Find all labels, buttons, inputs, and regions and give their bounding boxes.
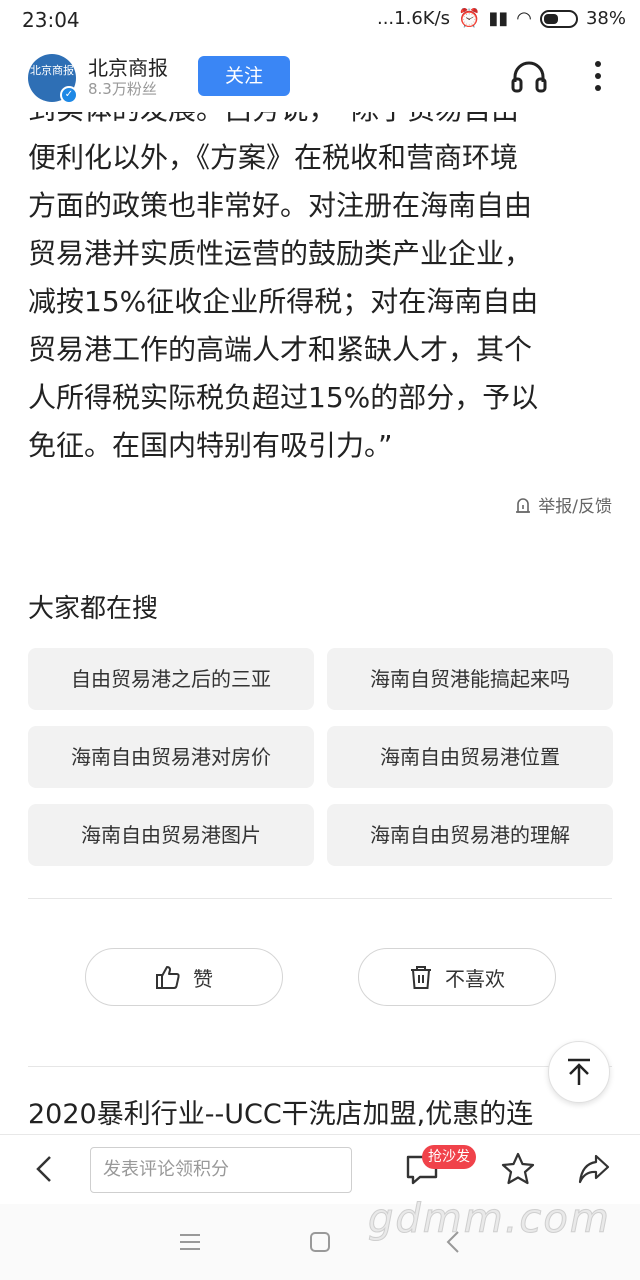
article-paragraph: 便利化以外，《方案》在税收和营商环境 方面的政策也非常好。对注册在海南自由 贸易… (28, 134, 618, 470)
article-header: 北京商报 ✓ 北京商报 8.3万粉丝 关注 (0, 40, 640, 112)
follow-button[interactable]: 关注 (198, 56, 290, 96)
article-line: 便利化以外，《方案》在税收和营商环境 (28, 141, 519, 174)
star-icon[interactable] (500, 1151, 536, 1187)
status-bar: 23:04 ...1.6K/s ⏰ ▮▮ ◠ 38% (0, 0, 640, 40)
watermark: gdmm.com (368, 1196, 611, 1243)
article-line: 贸易港并实质性运营的鼓励类产业企业， (28, 237, 533, 270)
search-tag[interactable]: 海南自由贸易港的理解 (327, 804, 613, 866)
more-menu-icon[interactable] (586, 58, 610, 94)
menu-icon[interactable] (176, 1228, 204, 1256)
article-line: 贸易港工作的高端人才和紧缺人才，其个 (28, 333, 533, 366)
network-speed: ...1.6K/s (376, 8, 451, 29)
like-label: 赞 (193, 966, 213, 991)
trash-icon (411, 966, 431, 989)
back-arrow-icon[interactable] (30, 1151, 60, 1187)
battery-icon (539, 9, 578, 28)
dislike-button[interactable]: 不喜欢 (358, 948, 556, 1006)
report-label: 举报/反馈 (538, 497, 612, 517)
account-name[interactable]: 北京商报 (88, 52, 168, 81)
fans-count: 8.3万粉丝 (88, 80, 157, 98)
back-to-top-button[interactable] (548, 1041, 610, 1103)
article-line: 人所得税实际税负超过15%的部分，予以 (28, 381, 539, 414)
arrow-up-icon (568, 1058, 590, 1085)
search-tag[interactable]: 海南自由贸易港对房价 (28, 726, 314, 788)
search-tag[interactable]: 海南自由贸易港位置 (327, 726, 613, 788)
search-tag[interactable]: 海南自贸港能搞起来吗 (327, 648, 613, 710)
headphone-icon[interactable] (510, 58, 548, 94)
search-tag[interactable]: 自由贸易港之后的三亚 (28, 648, 314, 710)
alarm-icon: ⏰ (458, 8, 481, 29)
report-icon (516, 497, 531, 513)
dislike-label: 不喜欢 (445, 966, 505, 991)
comment-input[interactable]: 发表评论领积分 (90, 1147, 352, 1193)
divider (28, 1066, 612, 1067)
article-body: 到实体的发展。”吕芳说，“除了贸易自由 便利化以外，《方案》在税收和营商环境 方… (0, 112, 640, 472)
report-feedback-link[interactable]: 举报/反馈 (514, 492, 612, 517)
like-button[interactable]: 赞 (85, 948, 283, 1006)
verified-icon: ✓ (60, 86, 78, 104)
status-time: 23:04 (22, 8, 80, 32)
sofa-badge: 抢沙发 (422, 1145, 476, 1169)
article-line: 减按15%征收企业所得税；对在海南自由 (28, 285, 539, 318)
status-indicators: ...1.6K/s ⏰ ▮▮ ◠ 38% (377, 8, 626, 29)
article-partial-line: 到实体的发展。”吕芳说，“除了贸易自由 (28, 112, 519, 134)
thumbs-up-icon (156, 966, 180, 989)
comment-bar: 发表评论领积分 抢沙发 (0, 1134, 640, 1204)
home-icon[interactable] (306, 1228, 334, 1256)
hot-search-title: 大家都在搜 (28, 594, 159, 624)
search-tag[interactable]: 海南自由贸易港图片 (28, 804, 314, 866)
wifi-icon: ◠ (516, 8, 532, 29)
share-icon[interactable] (576, 1151, 612, 1187)
article-line: 方面的政策也非常好。对注册在海南自由 (28, 189, 533, 222)
article-line: 免征。在国内特别有吸引力。” (28, 429, 393, 462)
battery-level: 38% (585, 8, 626, 29)
signal-icon: ▮▮ (488, 8, 509, 29)
divider (28, 898, 612, 899)
ad-title[interactable]: 2020暴利行业--UCC干洗店加盟,优惠的连 (28, 1092, 533, 1131)
